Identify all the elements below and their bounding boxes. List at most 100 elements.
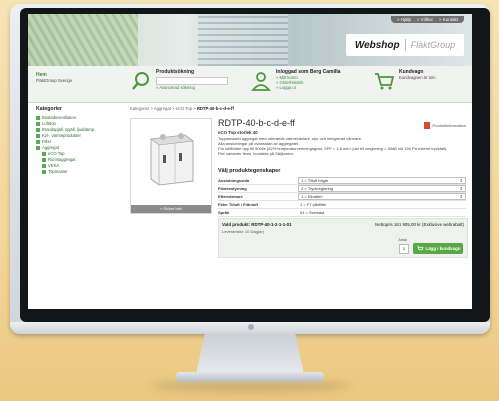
- quantity-label: Antal: [398, 238, 407, 242]
- category-sidebar: Kategorier Bostadsventilation Luftdon Bran…: [36, 106, 124, 175]
- banner-foliage: [28, 14, 138, 66]
- home-block[interactable]: Hem FläktGroup Sverige: [36, 72, 72, 83]
- help-link[interactable]: » Hjälp: [397, 17, 411, 22]
- option-row: Flödesstyrning 2 = Tryckreglering ⇕: [218, 185, 466, 193]
- add-to-cart-label: Lägg i kundvagn: [425, 246, 461, 251]
- pdf-icon: [424, 122, 431, 129]
- sidebar-item-label: Rumsaggregat: [48, 157, 76, 162]
- options-heading: Välj produktegenskaper: [218, 168, 281, 174]
- search-block: Produktsökning » Avancerad sökning: [156, 69, 228, 90]
- search-input[interactable]: [156, 77, 228, 85]
- option-select[interactable]: 1 = Elbatteri ⇕: [298, 193, 466, 200]
- select-chevron-icon: ⇕: [459, 194, 463, 199]
- cart-icon: [416, 245, 423, 251]
- product-image-box[interactable]: » Större bild: [130, 118, 212, 214]
- webshop-screen: » Hjälp » Villkor » Kontakt Webshop Fläk…: [28, 14, 472, 309]
- lead-time: Leveranstid: 10 Dag(ar): [222, 229, 265, 234]
- info-bar: Hem FläktGroup Sverige Produktsökning » …: [28, 66, 472, 103]
- order-summary: Vald produkt: RDTP-40-1-2-1-1-01 Nettopr…: [218, 218, 468, 258]
- bullet-icon: [42, 163, 46, 168]
- product-description: Toppanslutet aggregat med roterande värm…: [218, 136, 468, 156]
- ventilation-unit-image: [150, 133, 194, 186]
- bullet-icon: [36, 121, 40, 126]
- cart-block[interactable]: Kundvagn Kundvagnen är tom.: [399, 69, 437, 80]
- option-value-text: 1 = Tilluft höger: [301, 178, 329, 183]
- product-subtitle: eCO Top storlek 40: [218, 130, 258, 135]
- option-select[interactable]: 1 = Tilluft höger ⇕: [298, 177, 466, 184]
- option-label: Anslutningssida: [218, 178, 250, 183]
- quantity-input[interactable]: 1: [399, 244, 409, 254]
- option-label: Filter Tilluft / Frånluft: [218, 202, 258, 207]
- user-block: Inloggad som Berg Camilla » Mitt konto »…: [276, 69, 340, 90]
- sidebar-item-label: Kyl-, värmeprodukter: [42, 133, 81, 138]
- pdf-label: Produktinformation: [432, 123, 466, 128]
- brand-logo[interactable]: Webshop FläktGroup: [346, 34, 464, 56]
- monitor-foot: [176, 372, 324, 382]
- banner-building: [198, 14, 288, 66]
- description-line: Fler varianter finns, kontakta på Säljko…: [218, 151, 294, 156]
- cart-icon[interactable]: [373, 70, 395, 92]
- category-list: Bostadsventilation Luftdon Brandspjäll, sp…: [36, 115, 124, 175]
- sidebar-item-label: Bostadsventilation: [42, 115, 76, 120]
- option-value-text: 1 = F7 påsfilter: [300, 202, 327, 207]
- user-icon: [251, 72, 271, 91]
- select-chevron-icon: ⇕: [459, 186, 463, 191]
- option-value-text: 2 = Tryckreglering: [301, 186, 333, 191]
- option-select[interactable]: 2 = Tryckreglering ⇕: [298, 185, 466, 192]
- top-links: » Hjälp » Villkor » Kontakt: [391, 16, 464, 23]
- option-row: Eftervärmare 1 = Elbatteri ⇕: [218, 193, 466, 201]
- breadcrumb-current: RDTP-40-b-c-d-e-ff: [196, 106, 234, 111]
- monitor-stand: [196, 334, 304, 374]
- select-chevron-icon: ⇕: [459, 178, 463, 183]
- option-label: Språk: [218, 210, 230, 215]
- option-value-text: 1 = Elbatteri: [301, 194, 323, 199]
- sidebar-item-label: Filter: [42, 139, 52, 144]
- option-label: Eftervärmare: [218, 194, 243, 199]
- company-wordmark: FläktGroup: [410, 40, 456, 50]
- product-info-pdf-link[interactable]: Produktinformation: [424, 122, 466, 129]
- sidebar-item-label: eCO Top: [48, 151, 65, 156]
- option-row: Språk 01 = Svenska: [218, 209, 466, 217]
- breadcrumb: Kategorier > Aggregat > eCO Top > RDTP-4…: [130, 106, 466, 111]
- breadcrumb-path[interactable]: Kategorier > Aggregat > eCO Top >: [130, 106, 197, 111]
- terms-link[interactable]: » Villkor: [417, 17, 433, 22]
- bullet-icon: [36, 145, 40, 150]
- bullet-icon: [36, 115, 40, 120]
- sidebar-item[interactable]: Topmaster: [36, 169, 124, 175]
- bullet-icon: [42, 151, 46, 156]
- option-value-text: 01 = Svenska: [300, 210, 325, 215]
- home-subtitle: FläktGroup Sverige: [36, 78, 73, 83]
- option-value: 01 = Svenska: [298, 210, 466, 215]
- search-icon: [132, 72, 149, 90]
- sidebar-item-label: Brandspjäll, spjäll, ljuddämp.: [42, 127, 96, 132]
- search-title: Produktsökning: [156, 69, 195, 75]
- advanced-search-link[interactable]: » Avancerad sökning: [156, 85, 195, 90]
- product-main: Kategorier > Aggregat > eCO Top > RDTP-4…: [130, 106, 468, 258]
- sidebar-heading: Kategorier: [36, 106, 62, 112]
- brand-divider: [404, 39, 406, 51]
- bullet-icon: [42, 157, 46, 162]
- bullet-icon: [42, 169, 46, 174]
- option-row: Filter Tilluft / Frånluft 1 = F7 påsfilte…: [218, 201, 466, 209]
- option-row: Anslutningssida 1 = Tilluft höger ⇕: [218, 177, 466, 185]
- option-value: 1 = F7 påsfilter: [298, 202, 466, 207]
- logout-link[interactable]: » Logga ut: [276, 85, 340, 90]
- cart-status: Kundvagnen är tom.: [399, 75, 437, 80]
- bullet-icon: [36, 139, 40, 144]
- add-to-cart-button[interactable]: Lägg i kundvagn: [413, 243, 463, 254]
- webshop-wordmark: Webshop: [354, 39, 400, 51]
- option-label: Flödesstyrning: [218, 186, 247, 191]
- net-price: Nettopris 161 905,00 kr (Exklusive webra…: [375, 222, 464, 227]
- selected-product: Vald produkt: RDTP-40-1-2-1-1-01: [222, 222, 292, 227]
- contact-link[interactable]: » Kontakt: [439, 17, 458, 22]
- sidebar-item-label: VEKA: [48, 163, 60, 168]
- sidebar-item-label: Topmaster: [48, 169, 68, 174]
- header-banner: » Hjälp » Villkor » Kontakt Webshop Fläk…: [28, 14, 472, 66]
- sidebar-item-label: Luftdon: [42, 121, 56, 126]
- apple-logo-icon: [248, 324, 254, 330]
- options-table: Anslutningssida 1 = Tilluft höger ⇕ Flödess…: [218, 177, 466, 217]
- bullet-icon: [36, 133, 40, 138]
- product-title: RDTP-40-b-c-d-e-ff: [218, 118, 295, 128]
- sidebar-item-label: Aggregat: [42, 145, 59, 150]
- larger-image-button[interactable]: » Större bild: [131, 205, 211, 213]
